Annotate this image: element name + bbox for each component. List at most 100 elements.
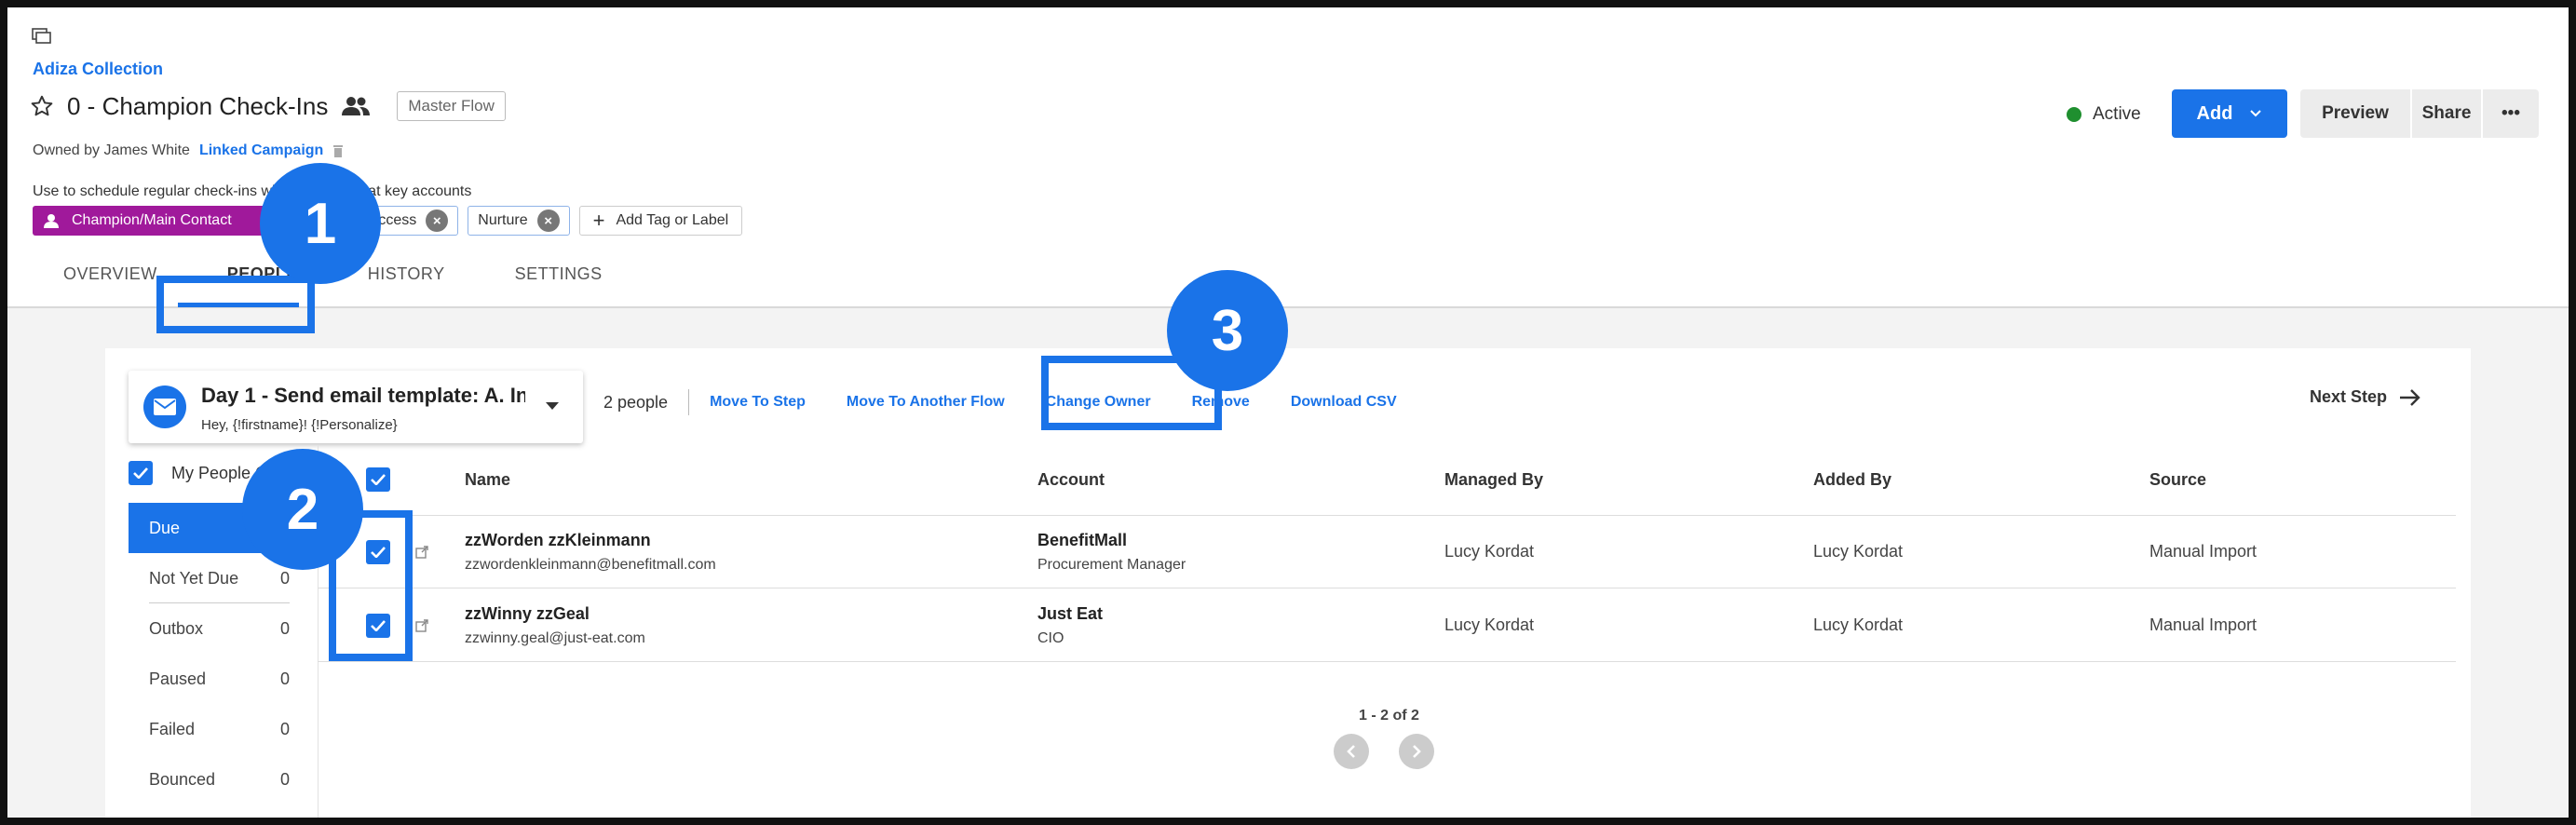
email-step-icon xyxy=(143,385,186,428)
column-added-by[interactable]: Added By xyxy=(1813,470,1891,490)
next-step-label: Next Step xyxy=(2310,387,2388,406)
breadcrumb[interactable]: Adiza Collection xyxy=(33,60,163,79)
status-indicator: Active xyxy=(2067,104,2141,125)
filter-count: 0 xyxy=(279,769,290,789)
filter-label: Outbox xyxy=(149,618,204,638)
chevron-down-icon xyxy=(2250,110,2262,117)
managed-by: Lucy Kordat xyxy=(1444,615,1535,634)
add-button-label: Add xyxy=(2196,102,2233,124)
filter-count: 0 xyxy=(279,618,290,638)
app-window: Adiza Collection 0 - Champion Check-Ins … xyxy=(7,7,2569,818)
column-account[interactable]: Account xyxy=(1037,470,1105,490)
external-link-icon[interactable] xyxy=(415,619,428,632)
move-to-another-flow-link[interactable]: Move To Another Flow xyxy=(847,394,1005,411)
flow-description: Use to schedule regular check-ins with c… xyxy=(33,183,472,199)
filter-outbox[interactable]: Outbox 0 xyxy=(129,603,310,654)
callout-marker-3: 3 xyxy=(1167,270,1288,391)
add-tag-button[interactable]: + Add Tag or Label xyxy=(578,206,743,236)
person-title: CIO xyxy=(1037,630,1064,646)
divider xyxy=(688,389,690,415)
star-icon[interactable] xyxy=(30,94,54,118)
table-row[interactable]: zzWinny zzGeal zzwinny.geal@just-eat.com… xyxy=(318,589,2456,662)
filter-label: Due xyxy=(149,518,181,537)
pagination-text: 1 - 2 of 2 xyxy=(1359,708,1419,724)
tag-label: Nurture xyxy=(478,212,528,228)
account-name[interactable]: Just Eat xyxy=(1037,604,1103,624)
trash-icon[interactable] xyxy=(332,143,344,158)
callout-marker-2: 2 xyxy=(242,449,363,570)
more-options-button[interactable]: ••• xyxy=(2483,89,2539,138)
master-flow-badge: Master Flow xyxy=(397,91,506,121)
previous-page-button[interactable] xyxy=(1334,734,1369,769)
caret-down-icon[interactable] xyxy=(546,402,559,410)
table-row[interactable]: zzWorden zzKleinmann zzwordenkleinmann@b… xyxy=(318,516,2456,588)
step-title: Day 1 - Send email template: A. Inbound … xyxy=(201,384,525,407)
column-name[interactable]: Name xyxy=(465,470,510,490)
share-button[interactable]: Share xyxy=(2412,89,2483,138)
next-page-button[interactable] xyxy=(1399,734,1434,769)
bulk-actions-bar: 2 people Move To Step Move To Another Fl… xyxy=(603,389,1438,415)
title-row: 0 - Champion Check-Ins Master Flow xyxy=(30,91,506,121)
chevron-left-icon xyxy=(1347,745,1355,758)
callout-marker-1: 1 xyxy=(260,163,381,284)
added-by: Lucy Kordat xyxy=(1813,615,1904,634)
move-to-step-link[interactable]: Move To Step xyxy=(710,394,806,411)
select-all-checkbox[interactable] xyxy=(366,467,390,492)
person-icon xyxy=(44,214,59,228)
status-label: Active xyxy=(2093,104,2141,124)
tab-overview[interactable]: OVERVIEW xyxy=(63,264,157,284)
people-icon xyxy=(342,97,371,115)
person-name[interactable]: zzWinny zzGeal xyxy=(465,604,590,624)
add-button[interactable]: Add xyxy=(2172,89,2287,138)
person-email: zzwinny.geal@just-eat.com xyxy=(465,630,645,646)
my-people-checkbox[interactable] xyxy=(129,461,153,485)
remove-tag-icon[interactable]: × xyxy=(426,210,449,232)
owner-row: Owned by James White Linked Campaign xyxy=(33,142,344,159)
tab-history[interactable]: HISTORY xyxy=(368,264,445,284)
download-csv-link[interactable]: Download CSV xyxy=(1291,394,1397,411)
source: Manual Import xyxy=(2149,615,2257,634)
plus-icon: + xyxy=(592,209,605,232)
tag-list: Champion/Main Contact Customer Success ×… xyxy=(33,206,743,236)
envelope-icon xyxy=(154,399,176,415)
arrow-right-icon xyxy=(2400,388,2420,406)
added-by: Lucy Kordat xyxy=(1813,542,1904,561)
person-title: Procurement Manager xyxy=(1037,557,1186,573)
window-icon[interactable] xyxy=(32,28,52,45)
active-dot-icon xyxy=(2067,107,2081,122)
tag-label: Champion/Main Contact xyxy=(72,212,232,228)
filter-failed[interactable]: Failed 0 xyxy=(129,704,310,754)
tag-nurture[interactable]: Nurture × xyxy=(468,206,570,236)
tab-bar: OVERVIEW PEOPLE HISTORY SETTINGS xyxy=(63,264,672,284)
tab-settings[interactable]: SETTINGS xyxy=(515,264,603,284)
remove-tag-icon[interactable]: × xyxy=(536,210,560,232)
filter-count: 0 xyxy=(279,669,290,688)
chevron-right-icon xyxy=(1413,745,1421,758)
linked-campaign-link[interactable]: Linked Campaign xyxy=(199,142,323,159)
filter-paused[interactable]: Paused 0 xyxy=(129,654,310,704)
preview-button[interactable]: Preview xyxy=(2300,89,2412,138)
next-step-button[interactable]: Next Step xyxy=(2310,387,2422,407)
filter-label: Not Yet Due xyxy=(149,568,239,588)
callout-highlight-1 xyxy=(156,276,315,333)
filter-label: Failed xyxy=(149,719,196,738)
add-tag-label: Add Tag or Label xyxy=(616,212,729,228)
account-name[interactable]: BenefitMall xyxy=(1037,531,1127,550)
column-managed-by[interactable]: Managed By xyxy=(1444,470,1543,490)
step-selector[interactable]: Day 1 - Send email template: A. Inbound … xyxy=(129,371,583,443)
filter-label: Paused xyxy=(149,669,207,688)
step-subtitle: Hey, {!firstname}! {!Personalize} xyxy=(201,417,398,433)
table-header: Name Account Managed By Added By Source xyxy=(318,454,2456,516)
filter-label: Bounced xyxy=(149,769,216,789)
flow-header: Adiza Collection 0 - Champion Check-Ins … xyxy=(7,7,2569,308)
filter-count: 0 xyxy=(279,568,290,588)
column-source[interactable]: Source xyxy=(2149,470,2206,490)
filter-bounced[interactable]: Bounced 0 xyxy=(129,754,310,805)
filter-count: 0 xyxy=(279,719,290,738)
check-icon xyxy=(371,474,386,485)
person-email: zzwordenkleinmann@benefitmall.com xyxy=(465,557,716,573)
person-name[interactable]: zzWorden zzKleinmann xyxy=(465,531,651,550)
external-link-icon[interactable] xyxy=(415,546,428,559)
tag-champion[interactable]: Champion/Main Contact xyxy=(33,206,272,236)
source: Manual Import xyxy=(2149,542,2257,561)
